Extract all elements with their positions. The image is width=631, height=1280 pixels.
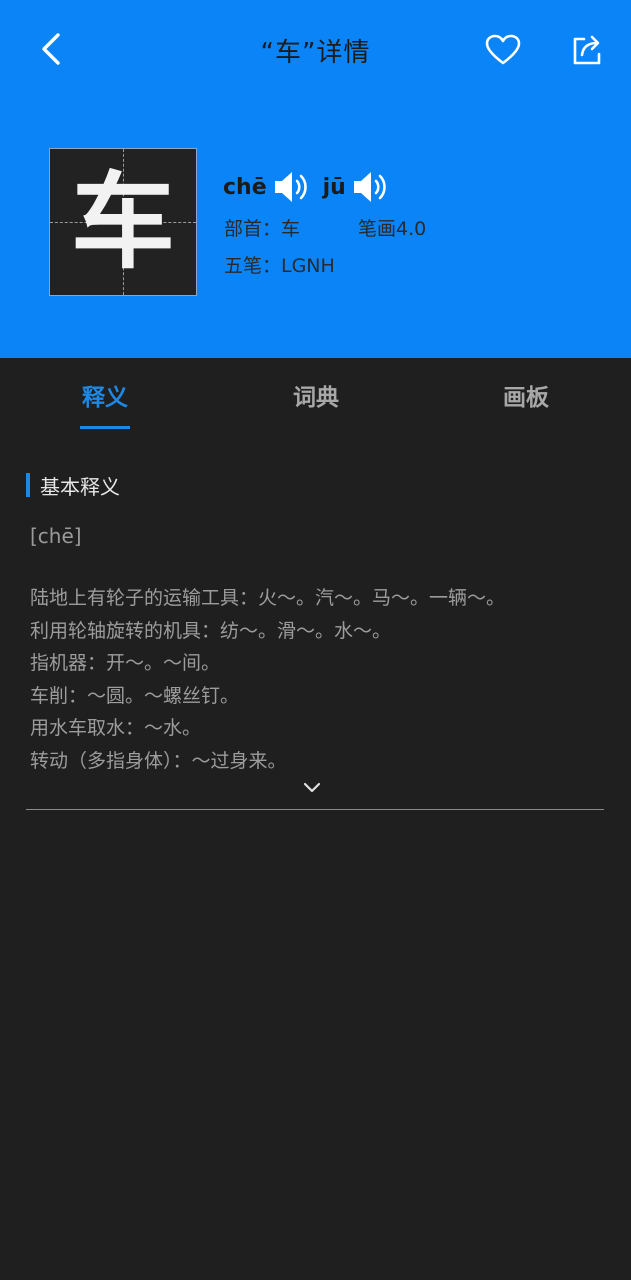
pinyin-reading: [chē] <box>30 524 82 548</box>
header: “车”详情 车 chē jū 部首：车 笔画4.0 五笔：LGNH <box>0 0 631 358</box>
wubi-code: 五笔：LGNH <box>224 255 335 277</box>
tab-bar: 释义 词典 画板 <box>0 358 631 434</box>
pinyin-row: chē jū <box>223 170 388 204</box>
character-glyph: 车 <box>70 161 175 283</box>
definition-item: 指机器：开～。～间。 <box>30 652 221 675</box>
active-tab-indicator <box>80 426 130 429</box>
tab-definition[interactable]: 释义 <box>45 378 165 412</box>
divider <box>26 809 604 810</box>
definition-item: 用水车取水：～水。 <box>30 717 202 740</box>
pinyin-che: chē <box>223 174 267 200</box>
definition-list: 陆地上有轮子的运输工具：火～。汽～。马～。一辆～。 利用轮轴旋转的机具：纺～。滑… <box>30 582 610 778</box>
share-icon <box>573 35 601 65</box>
chevron-down-icon <box>303 782 321 793</box>
pronounce-che-button[interactable] <box>273 170 309 204</box>
section-title-text: 基本释义 <box>40 474 120 499</box>
heart-icon <box>485 34 521 65</box>
definition-item: 车削：～圆。～螺丝钉。 <box>30 684 240 707</box>
wubi-row: 五笔：LGNH <box>224 251 335 278</box>
section-marker <box>26 473 30 497</box>
page-title: “车”详情 <box>260 38 371 68</box>
definition-item: 陆地上有轮子的运输工具：火～。汽～。马～。一辆～。 <box>30 587 506 609</box>
stroke-count: 笔画4.0 <box>358 218 427 240</box>
radical-stroke-row: 部首：车 笔画4.0 <box>224 214 426 241</box>
definition-item: 利用轮轴旋转的机具：纺～。滑～。水～。 <box>30 619 392 642</box>
pinyin-ju: jū <box>322 174 346 200</box>
radical: 部首：车 <box>224 218 301 240</box>
share-button[interactable] <box>566 29 608 71</box>
favorite-button[interactable] <box>482 29 524 71</box>
tab-dictionary[interactable]: 词典 <box>256 378 376 412</box>
speaker-icon <box>353 172 386 202</box>
section-title: 基本释义 <box>26 473 120 499</box>
tab-drawing-board[interactable]: 画板 <box>466 378 586 412</box>
character-grid: 车 <box>49 148 197 296</box>
pronounce-ju-button[interactable] <box>352 170 388 204</box>
definition-item: 转动（多指身体）：～过身来。 <box>30 749 287 772</box>
speaker-icon <box>274 172 307 202</box>
expand-button[interactable] <box>300 779 324 797</box>
top-bar: “车”详情 <box>0 0 631 100</box>
